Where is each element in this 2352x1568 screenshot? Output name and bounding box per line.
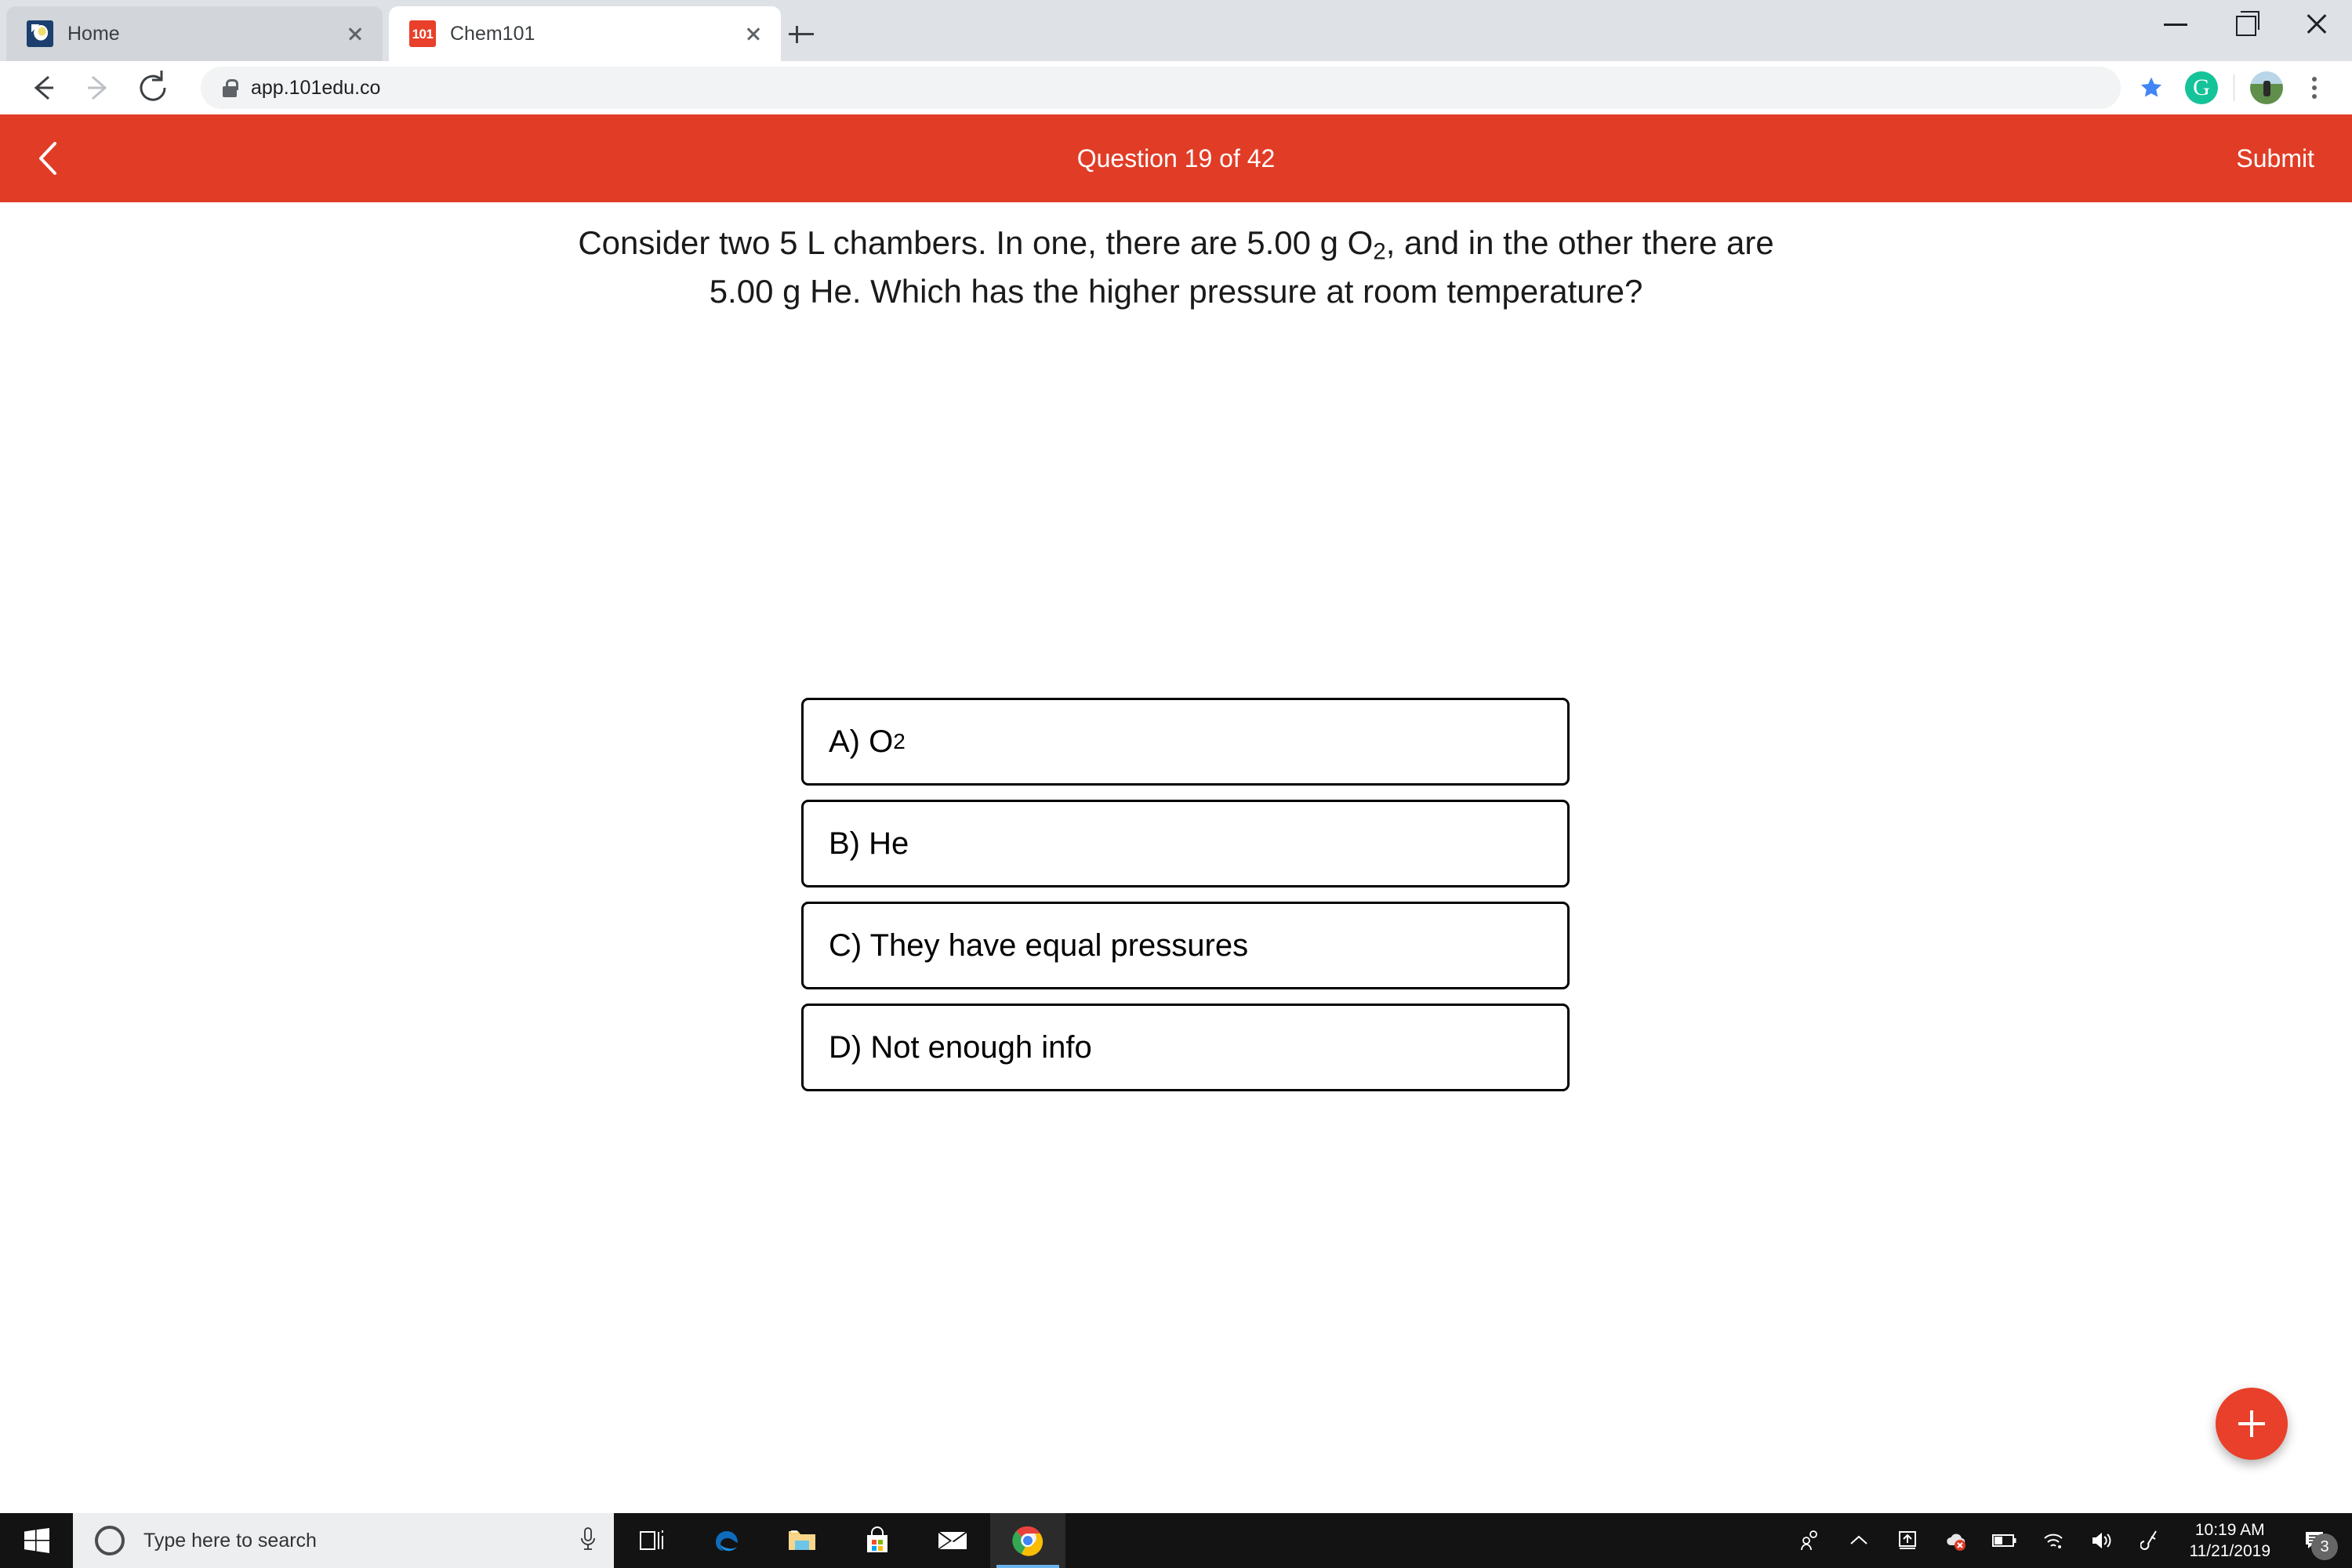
question-text: Consider two 5 L chambers. In one, there… [517,220,1835,315]
reload-icon[interactable] [130,65,176,111]
browser-toolbar: app.101edu.co G [0,61,2352,114]
question-counter: Question 19 of 42 [1076,143,1276,172]
toolbar-right-group: G [2129,65,2332,111]
submit-button[interactable]: Submit [2236,144,2314,173]
windows-taskbar: Type here to search 10:19 AM 11/21/2019 … [0,1513,2352,1568]
people-icon[interactable] [1786,1513,1835,1568]
microphone-icon[interactable] [578,1526,598,1556]
close-tab-icon[interactable] [739,19,768,49]
mail-icon[interactable] [915,1513,990,1568]
question-line1-part2: , and in the other there are [1385,224,1774,261]
file-explorer-icon[interactable] [764,1513,840,1568]
taskbar-search[interactable]: Type here to search [73,1513,614,1568]
answer-options: A) O2 B) He C) They have equal pressures… [801,698,1570,1105]
question-line2: 5.00 g He. Which has the higher pressure… [709,273,1643,310]
clock-time: 10:19 AM [2194,1520,2265,1539]
task-view-icon[interactable] [614,1513,689,1568]
battery-icon[interactable] [1980,1513,2029,1568]
screen: Home 101 Chem101 app.101edu.co G Questio… [0,0,2352,1568]
option-label: C) They have equal pressures [829,927,1249,963]
add-button[interactable] [2216,1388,2288,1460]
wifi-icon[interactable] [2029,1513,2078,1568]
pen-icon[interactable] [2126,1513,2175,1568]
close-tab-icon[interactable] [340,19,370,49]
chrome-icon[interactable] [990,1513,1065,1568]
option-label: A) O [829,724,894,759]
cloud-error-icon[interactable] [1932,1513,1980,1568]
new-tab-button[interactable] [784,17,818,52]
tab-strip: Home 101 Chem101 [0,0,2352,61]
answer-option-c[interactable]: C) They have equal pressures [801,902,1570,989]
system-tray: 10:19 AM 11/21/2019 3 [1786,1513,2352,1568]
onedrive-icon[interactable] [1883,1513,1932,1568]
microsoft-store-icon[interactable] [840,1513,915,1568]
tab-title: Chem101 [450,22,535,45]
minimize-button[interactable] [2140,0,2211,43]
question-subscript: 2 [1373,238,1386,265]
grammarly-icon[interactable]: G [2185,71,2218,104]
volume-icon[interactable] [2078,1513,2126,1568]
option-subscript: 2 [893,729,906,753]
notification-count-badge: 3 [2311,1534,2338,1560]
tab-title: Home [67,22,120,45]
window-controls [2140,0,2352,61]
url-text: app.101edu.co [251,76,381,99]
windows-start-icon[interactable] [0,1513,73,1568]
back-chevron-icon[interactable] [25,134,74,183]
answer-option-a[interactable]: A) O2 [801,698,1570,786]
edge-icon[interactable] [689,1513,764,1568]
option-label: B) He [829,826,909,861]
question-line1-part1: Consider two 5 L chambers. In one, there… [578,224,1374,261]
grammarly-glyph: G [2193,74,2210,100]
taskbar-clock[interactable]: 10:19 AM 11/21/2019 [2175,1519,2285,1563]
chem101-favicon: 101 [409,20,436,47]
clock-date: 11/21/2019 [2189,1542,2270,1560]
restore-button[interactable] [2211,0,2281,43]
question-page: Consider two 5 L chambers. In one, there… [0,202,2352,1513]
browser-tab-chem101[interactable]: 101 Chem101 [389,6,781,61]
forward-arrow-icon [75,65,121,111]
home-page-favicon [27,20,53,47]
cortana-icon [95,1526,125,1555]
option-label: D) Not enough info [829,1029,1092,1065]
browser-chrome: Home 101 Chem101 app.101edu.co G [0,0,2352,114]
address-bar[interactable]: app.101edu.co [201,67,2121,109]
show-hidden-icons-chevron[interactable] [1835,1513,1883,1568]
app-header: Question 19 of 42 Submit [0,114,2352,202]
close-window-button[interactable] [2281,0,2352,43]
browser-tab-home[interactable]: Home [6,6,383,61]
back-arrow-icon[interactable] [20,65,66,111]
search-placeholder: Type here to search [143,1529,317,1552]
action-center-icon[interactable]: 3 [2285,1513,2346,1568]
star-icon[interactable] [2129,65,2174,111]
kebab-menu-icon[interactable] [2297,71,2332,105]
favicon-text: 101 [412,26,434,42]
lock-icon [223,78,238,97]
answer-option-b[interactable]: B) He [801,800,1570,887]
answer-option-d[interactable]: D) Not enough info [801,1004,1570,1091]
avatar[interactable] [2250,71,2283,104]
